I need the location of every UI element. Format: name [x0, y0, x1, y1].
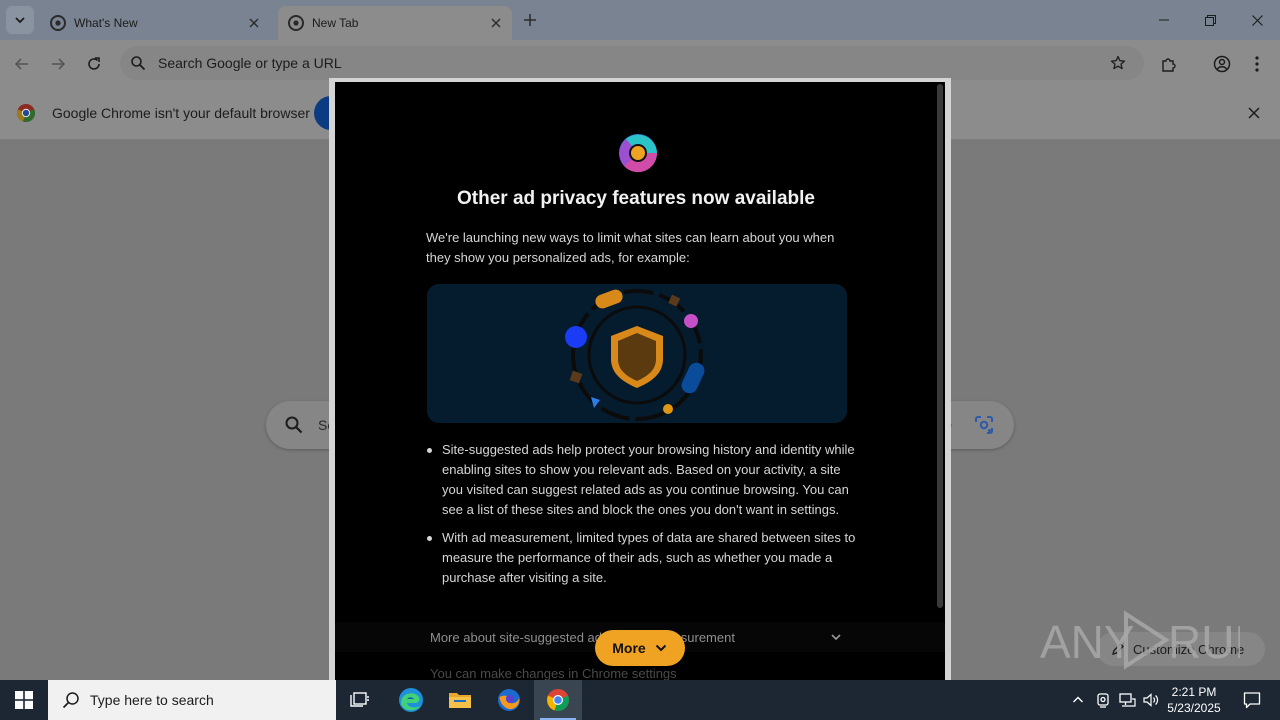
chrome-favicon-icon: [288, 15, 304, 31]
search-icon: [285, 416, 303, 434]
taskbar-chrome[interactable]: [534, 680, 582, 720]
taskbar-edge[interactable]: [387, 680, 435, 720]
close-window-button[interactable]: [1234, 0, 1280, 40]
more-vert-icon: [1255, 56, 1259, 72]
folder-icon: [449, 693, 471, 708]
search-icon: [131, 56, 146, 71]
expander-label: More about site-suggested ads and ad mea…: [430, 630, 735, 645]
tab-search-button[interactable]: [6, 6, 34, 34]
tab-strip: What's New New Tab: [0, 0, 1280, 40]
device-icon: [1097, 693, 1109, 708]
new-tab-button[interactable]: [518, 8, 542, 32]
tab-new-tab[interactable]: New Tab: [278, 6, 512, 40]
clock-date: 5/23/2025: [1167, 701, 1221, 715]
tab-title: What's New: [74, 16, 138, 30]
taskbar-firefox[interactable]: [485, 680, 533, 720]
profile-button[interactable]: [1208, 50, 1236, 78]
arrow-right-icon: [52, 58, 66, 70]
watermark-text-run: RUN: [1168, 616, 1240, 668]
start-button[interactable]: [0, 680, 48, 720]
close-icon: [1251, 14, 1263, 26]
tab-whats-new[interactable]: What's New: [40, 6, 270, 40]
show-hidden-icons-button[interactable]: [1068, 690, 1088, 710]
dialog-title: Other ad privacy features now available: [457, 188, 815, 209]
chrome-menu-button[interactable]: [1243, 50, 1271, 78]
puzzle-icon: [1162, 58, 1176, 72]
reload-button[interactable]: [80, 50, 108, 78]
dialog-bullet-list: Site-suggested ads help protect your bro…: [426, 440, 856, 596]
watermark-text-any: ANY: [1040, 616, 1135, 668]
task-view-icon: [350, 692, 369, 707]
arrow-left-icon: [14, 58, 28, 70]
taskbar-file-explorer[interactable]: [436, 680, 484, 720]
chevron-down-icon: [15, 17, 25, 24]
plus-icon: [524, 14, 536, 26]
forward-button[interactable]: [44, 50, 72, 78]
list-item: With ad measurement, limited types of da…: [426, 528, 856, 588]
google-lens-icon[interactable]: [974, 415, 994, 435]
tab-title: New Tab: [312, 16, 359, 30]
volume-button[interactable]: [1141, 690, 1161, 710]
more-button-label: More: [612, 640, 646, 656]
dialog-settings-line: You can make changes in Chrome settings: [430, 666, 677, 680]
dialog-scrollbar[interactable]: [937, 84, 943, 608]
minimize-icon: [1159, 19, 1169, 21]
dialog-intro: We're launching new ways to limit what s…: [426, 230, 835, 265]
ad-privacy-dialog: Other ad privacy features now available …: [335, 82, 945, 680]
extensions-button[interactable]: [1155, 50, 1183, 78]
windows-taskbar: 2:21 PM 5/23/2025: [0, 680, 1280, 720]
windows-logo-icon: [15, 691, 33, 709]
omnibox-input[interactable]: [158, 55, 1104, 71]
close-icon: [491, 18, 501, 28]
network-button[interactable]: [1117, 690, 1137, 710]
restore-button[interactable]: [1187, 0, 1233, 40]
taskbar-search-box[interactable]: [48, 680, 336, 720]
clock-time: 2:21 PM: [1171, 685, 1217, 699]
more-button[interactable]: More: [595, 630, 685, 666]
bookmark-star-button[interactable]: [1104, 49, 1132, 77]
notification-center-button[interactable]: [1232, 680, 1272, 720]
taskbar-search-input[interactable]: [90, 692, 336, 708]
minimize-button[interactable]: [1141, 0, 1187, 40]
privacy-illustration: [427, 284, 847, 423]
profile-icon: [1213, 55, 1231, 73]
anyrun-watermark: ANY RUN: [1040, 610, 1240, 670]
tray-app-icon[interactable]: [1093, 690, 1113, 710]
search-icon: [62, 692, 79, 709]
tab-close-button[interactable]: [244, 13, 264, 33]
list-item: Site-suggested ads help protect your bro…: [426, 440, 856, 520]
chrome-favicon-icon: [50, 15, 66, 31]
taskbar-clock[interactable]: 2:21 PM 5/23/2025: [1164, 684, 1224, 716]
chrome-icon: [547, 689, 569, 711]
infobar-close-button[interactable]: [1244, 103, 1264, 123]
restore-icon: [1204, 14, 1216, 26]
close-icon: [249, 18, 259, 28]
chevron-up-icon: [1073, 696, 1083, 703]
infobar-message: Google Chrome isn't your default browser: [52, 105, 310, 121]
star-icon: [1110, 55, 1126, 70]
task-view-button[interactable]: [336, 680, 384, 720]
firefox-icon: [498, 689, 520, 711]
chevron-down-icon: [655, 644, 666, 652]
chevron-down-icon: [831, 634, 841, 641]
volume-icon: [1143, 693, 1159, 707]
close-icon: [1248, 107, 1260, 119]
notification-icon: [1243, 692, 1261, 709]
tab-close-button[interactable]: [486, 13, 506, 33]
privacy-sandbox-logo-icon: [619, 134, 658, 173]
reload-icon: [88, 57, 100, 70]
omnibox[interactable]: [120, 46, 1144, 80]
back-button[interactable]: [8, 50, 36, 78]
network-icon: [1119, 693, 1136, 707]
edge-icon: [399, 688, 423, 712]
chrome-logo-icon: [16, 104, 36, 123]
